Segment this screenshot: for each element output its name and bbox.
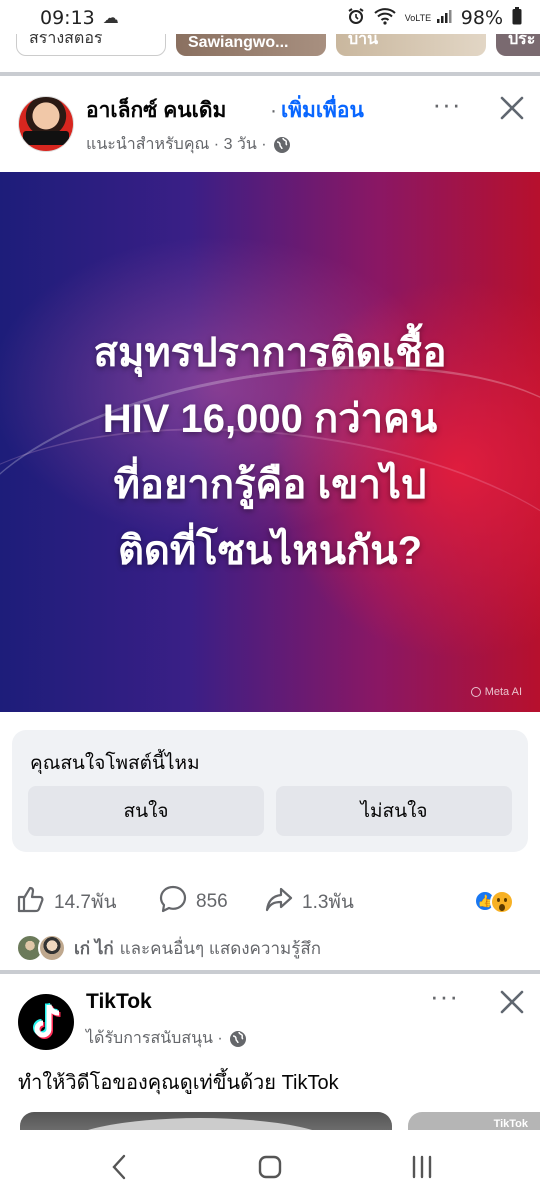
system-nav-bar xyxy=(0,1130,540,1200)
meta-ai-watermark: Meta AI xyxy=(470,686,522,698)
signal-icon xyxy=(436,8,452,29)
post-actions: 14.7พัน 856 1.3พัน 👍 xyxy=(0,884,540,924)
friend-avatars xyxy=(16,934,68,962)
story-item[interactable]: Sawiangwo... xyxy=(176,34,326,56)
home-icon[interactable] xyxy=(250,1150,290,1184)
more-options-button[interactable]: ··· xyxy=(430,91,464,126)
sponsored-label: ได้รับการสนับสนุน · xyxy=(86,1030,223,1047)
status-time: 09:13 xyxy=(40,7,95,29)
share-button[interactable]: 1.3พัน xyxy=(264,884,354,920)
feed-divider xyxy=(0,970,540,974)
post-image[interactable]: สมุทรปราการติดเชื้อ HIV 16,000 กว่าคน ที… xyxy=(0,172,540,712)
share-icon xyxy=(264,884,294,920)
stories-strip[interactable]: สร้างสตอรี่ Sawiangwo... บ้าน ประ xyxy=(0,34,540,56)
headline-line: ที่อยากรู้คือ เขาไป xyxy=(113,463,427,507)
reaction-summary[interactable]: 👍 xyxy=(474,890,524,914)
close-icon[interactable] xyxy=(494,90,530,126)
friend-names: เก่ ไก่ xyxy=(74,938,114,958)
interest-question: คุณสนใจโพสต์นี้ไหม xyxy=(30,753,200,774)
headline-line: ติดที่โซนไหนกัน? xyxy=(117,529,423,573)
comment-icon xyxy=(158,884,188,920)
add-friend-label: เพิ่มเพื่อน xyxy=(281,99,364,122)
meta-ai-icon xyxy=(470,687,481,697)
post-meta-text: แนะนำสำหรับคุณ · 3 วัน · xyxy=(86,136,267,153)
feed-divider xyxy=(0,72,540,76)
recent-apps-icon[interactable] xyxy=(402,1150,442,1184)
globe-icon xyxy=(229,1030,247,1048)
add-friend-link[interactable]: · เพิ่มเพื่อน xyxy=(270,94,364,127)
volte-icon: VoLTE xyxy=(404,12,432,23)
battery-percent: 98% xyxy=(460,7,503,29)
wifi-icon xyxy=(374,7,396,30)
friends-reaction-text: และคนอื่นๆ แสดงความรู้สึก xyxy=(119,938,321,958)
not-interested-button[interactable]: ไม่สนใจ xyxy=(276,786,512,836)
comment-button[interactable]: 856 xyxy=(158,884,228,920)
back-icon[interactable] xyxy=(100,1150,140,1184)
friends-reactions-row[interactable]: เก่ ไก่ และคนอื่นๆ แสดงความรู้สึก xyxy=(16,932,321,964)
headline-line: HIV 16,000 กว่าคน xyxy=(102,397,438,441)
story-create[interactable]: สร้างสตอรี่ xyxy=(16,34,166,56)
sponsored-caption: ทำให้วิดีโอของคุณดูเท่ขึ้นด้วย TikTok xyxy=(18,1072,339,1094)
interested-button[interactable]: สนใจ xyxy=(28,786,264,836)
interest-card: คุณสนใจโพสต์นี้ไหม สนใจ ไม่สนใจ xyxy=(12,730,528,852)
thumbs-up-icon xyxy=(16,884,46,920)
image-headline: สมุทรปราการติดเชื้อ HIV 16,000 กว่าคน ที… xyxy=(20,320,520,584)
alarm-icon xyxy=(347,7,365,30)
globe-icon xyxy=(273,136,291,154)
like-count: 14.7พัน xyxy=(54,892,117,913)
author-name[interactable]: อาเล็กซ์ คนเดิม xyxy=(86,94,226,127)
sponsor-name[interactable]: TikTok xyxy=(86,990,152,1014)
battery-icon xyxy=(512,6,522,30)
meta-ai-label: Meta AI xyxy=(484,686,522,698)
wow-reaction-icon xyxy=(490,890,514,914)
share-count: 1.3พัน xyxy=(302,892,354,913)
cloud-icon: ☁ xyxy=(102,10,119,27)
tiktok-watermark: TikTok xyxy=(493,1118,528,1130)
more-options-button[interactable]: ··· xyxy=(430,983,459,1009)
status-icons: VoLTE 98% xyxy=(347,6,522,30)
post-meta: แนะนำสำหรับคุณ · 3 วัน · xyxy=(86,132,291,157)
like-button[interactable]: 14.7พัน xyxy=(16,884,117,920)
author-avatar[interactable] xyxy=(18,96,74,152)
comment-count: 856 xyxy=(196,891,228,912)
avatar xyxy=(38,934,66,962)
sponsored-post-header: TikTok ได้รับการสนับสนุน · ··· xyxy=(0,982,540,1052)
sponsored-meta: ได้รับการสนับสนุน · xyxy=(86,1026,247,1051)
story-item[interactable]: บ้าน xyxy=(336,34,486,56)
post-header: อาเล็กซ์ คนเดิม · เพิ่มเพื่อน แนะนำสำหรับ… xyxy=(0,86,540,164)
close-icon[interactable] xyxy=(494,984,530,1020)
separator-dot: · xyxy=(270,99,277,122)
avatar-logo xyxy=(23,131,69,145)
status-bar: 09:13 ☁ VoLTE 98% xyxy=(0,0,540,36)
tiktok-logo-avatar[interactable] xyxy=(18,994,74,1050)
story-item[interactable]: ประ xyxy=(496,34,540,56)
headline-line: สมุทรปราการติดเชื้อ xyxy=(93,331,447,375)
